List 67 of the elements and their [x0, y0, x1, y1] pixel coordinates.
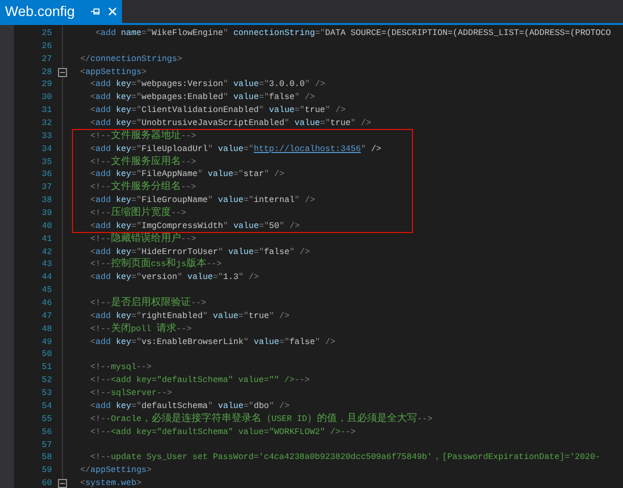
code-line: <appSettings>	[79, 66, 147, 77]
line-number: 50	[40, 348, 53, 362]
line-number: 26	[40, 40, 53, 53]
code-text: " />	[360, 144, 382, 154]
line-number: 51	[40, 361, 53, 374]
line-number: 56	[40, 426, 53, 438]
code-line: <add key="ClientValidationEnabled" value="true" />	[89, 105, 346, 116]
code-line: <add name="WikeFlowEngine" connectionString="DATA SOURCE=(DESCRIPTION=(ADDRESS_LIST=(ADDRESS=(PROTOCO	[94, 28, 611, 38]
code-line: <add key="ImgCompressWidth" value="50" />	[89, 220, 300, 231]
line-number: 35	[40, 156, 53, 168]
line-number: 42	[40, 246, 53, 258]
line-number: 36	[40, 168, 53, 182]
line-number: 39	[40, 207, 53, 220]
code-line: </connectionStrings>	[79, 54, 182, 64]
line-number: 25	[40, 27, 53, 40]
line-number: 27	[40, 52, 53, 66]
line-number: 41	[40, 232, 53, 246]
code-line: <!--控制页面css和js版本-->	[89, 259, 222, 270]
code-line: <system.web>	[79, 478, 142, 488]
code-line: <add key="version" value="1.3" />	[89, 272, 259, 282]
line-number: 49	[40, 336, 53, 348]
line-number: 33	[40, 130, 53, 143]
line-number: 30	[40, 91, 53, 104]
line-number: 46	[40, 297, 53, 310]
line-number: 32	[40, 117, 53, 130]
editor-tab[interactable]: Web.config	[0, 0, 122, 23]
code-line: <add key="UnobtrusiveJavaScriptEnabled" value="true" />	[89, 118, 372, 128]
line-number: 38	[40, 194, 53, 208]
code-line: <add key="vs:EnableBrowserLink" value="false" />	[89, 336, 336, 347]
link[interactable]: http://localhost:3456	[254, 144, 361, 154]
line-number: 58	[40, 451, 53, 464]
line-number: 59	[40, 464, 53, 478]
code-line: <add key="webpages:Version" value="3.0.0.0" />	[89, 79, 326, 90]
code-line: <!--<add key="defaultSchema" value="" />-->	[89, 375, 310, 386]
code-line: <add key="FileGroupName" value="internal" />	[89, 195, 315, 206]
line-number: 44	[40, 271, 53, 284]
line-number: 37	[40, 181, 53, 194]
line-number: 31	[40, 104, 53, 118]
line-number: 55	[40, 412, 53, 426]
code-line: <!--sqlServer-->	[89, 388, 172, 398]
line-number: 34	[40, 142, 53, 156]
code-line: <add key="webpages:Enabled" value="false" />	[89, 92, 315, 102]
code-line: <add key="rightEnabled" value="true" />	[89, 310, 290, 321]
line-number: 40	[40, 220, 53, 233]
line-number: 28	[40, 66, 53, 78]
line-number: 53	[40, 387, 53, 400]
line-number: 29	[40, 78, 53, 92]
pin-icon[interactable]	[90, 7, 100, 16]
line-number: 48	[40, 322, 53, 336]
line-number: 43	[40, 258, 53, 272]
fold-toggle-icon[interactable]	[58, 479, 66, 488]
line-number: 52	[40, 374, 53, 388]
code-text: <add key="FileUploadUrl" value="	[89, 144, 254, 154]
line-number: 45	[40, 284, 53, 298]
code-line: <add key="FileAppName" value="star" />	[89, 169, 284, 180]
fold-toggle-icon[interactable]	[58, 68, 66, 76]
code-line: <!--<add key="defaultSchema" value="WORKFLOW2" />-->	[89, 426, 356, 437]
code-line: <!--mysql-->	[89, 362, 152, 372]
code-line: <!--update Sys_User set PassWord='c4ca4238a0b923820dcc509a6f75849b'，[PasswordExpirationDate]='2020-	[89, 452, 600, 462]
line-number: 54	[40, 400, 53, 413]
line-number: 47	[40, 310, 53, 323]
close-icon[interactable]	[108, 7, 117, 16]
code-line: </appSettings>	[79, 465, 152, 476]
code-line: <add key="HideErrorToUser" value="false" />	[89, 246, 310, 257]
line-number: 57	[40, 438, 53, 452]
line-number: 60	[40, 477, 53, 488]
code-line: <add key="defaultSchema" value="dbo" />	[89, 400, 290, 411]
